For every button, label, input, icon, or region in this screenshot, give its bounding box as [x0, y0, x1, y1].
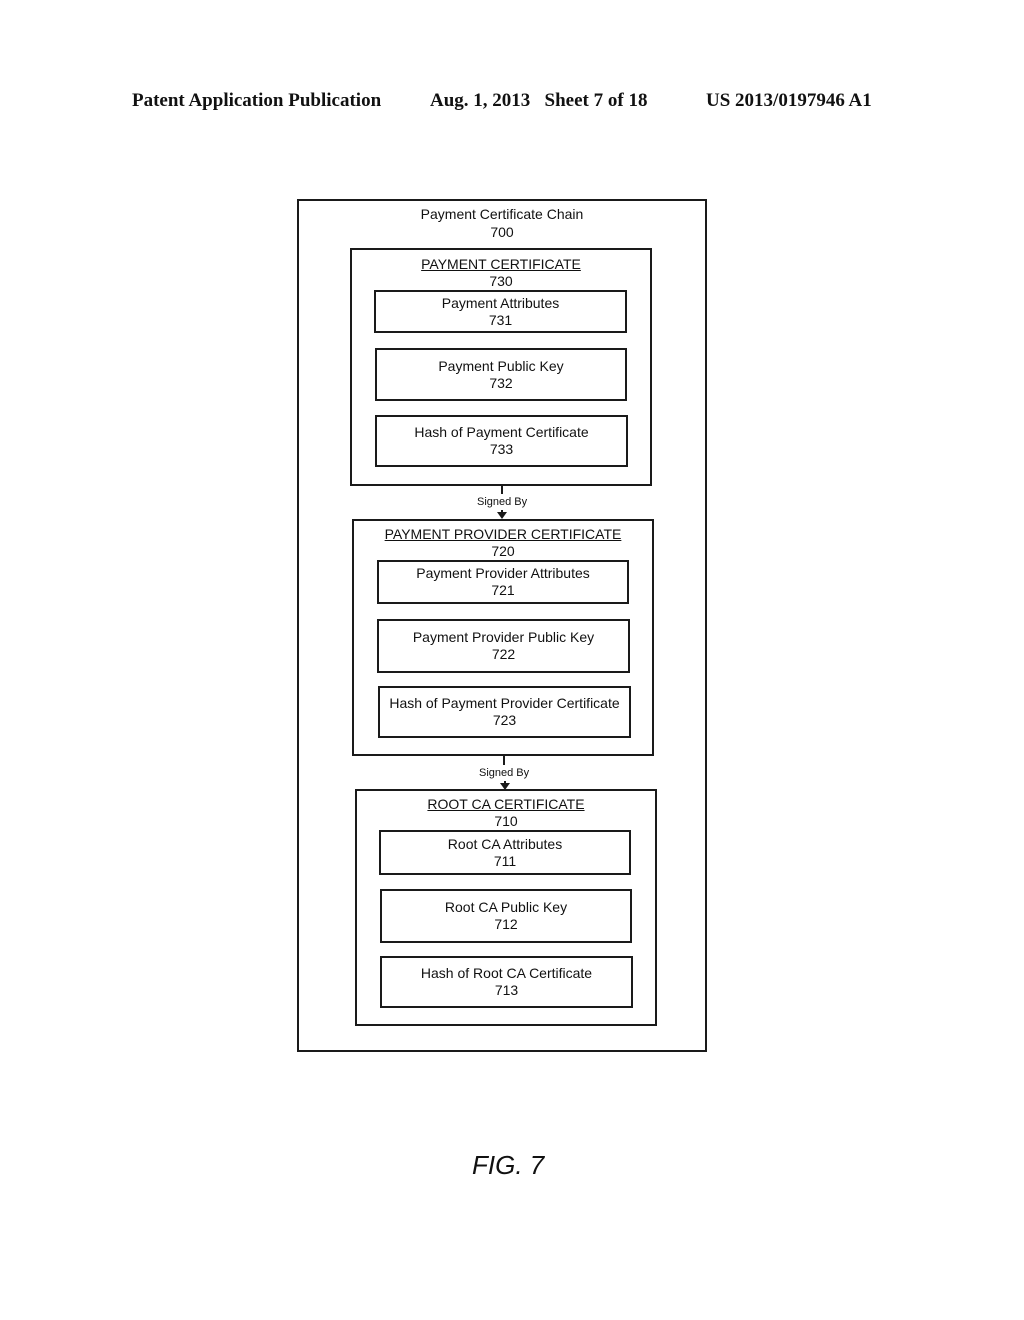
- chain-ref: 700: [490, 224, 514, 240]
- field-label: Hash of Payment Provider Certificate: [389, 695, 620, 711]
- field-ref: 713: [494, 982, 519, 998]
- field-label: Payment Attributes: [441, 294, 560, 311]
- signed-by-label: Signed By: [477, 496, 528, 508]
- figure-label: FIG. 7: [472, 1150, 545, 1180]
- payment-public-key-field: Payment Public Key 732: [375, 348, 627, 401]
- payment-provider-attributes-field: Payment Provider Attributes 721: [377, 560, 629, 604]
- arrow-down-icon: [497, 512, 507, 519]
- field-ref: 723: [492, 712, 517, 728]
- root-ca-certificate-title: ROOT CA CERTIFICATE: [427, 796, 585, 812]
- signed-by-connector-line: [501, 486, 503, 494]
- field-ref: 733: [489, 441, 514, 457]
- hash-of-payment-provider-certificate-field: Hash of Payment Provider Certificate 723: [378, 686, 631, 738]
- field-label: Payment Provider Public Key: [412, 629, 595, 645]
- root-ca-attributes-field: Root CA Attributes 711: [379, 830, 631, 875]
- field-label: Hash of Root CA Certificate: [420, 965, 593, 981]
- chain-title: Payment Certificate Chain: [420, 206, 584, 222]
- hash-of-root-ca-certificate-field: Hash of Root CA Certificate 713: [380, 956, 633, 1008]
- payment-certificate-title: PAYMENT CERTIFICATE: [421, 256, 581, 272]
- field-label: Payment Provider Attributes: [416, 565, 590, 581]
- field-label: Payment Public Key: [438, 357, 564, 374]
- signed-by-connector-line: [503, 756, 505, 765]
- field-ref: 721: [491, 582, 515, 598]
- field-ref: 712: [494, 916, 518, 932]
- payment-certificate-ref: 730: [489, 273, 513, 289]
- hash-of-payment-certificate-field: Hash of Payment Certificate 733: [375, 415, 628, 467]
- publication-date-sheet: Aug. 1, 2013 Sheet 7 of 18: [430, 90, 648, 111]
- root-ca-public-key-field: Root CA Public Key 712: [380, 889, 632, 943]
- payment-provider-public-key-field: Payment Provider Public Key 722: [377, 619, 630, 673]
- field-label: Root CA Attributes: [447, 835, 563, 852]
- payment-provider-certificate-ref: 720: [491, 543, 515, 559]
- patent-number: US 2013/0197946 A1: [706, 90, 872, 111]
- payment-provider-certificate-title: PAYMENT PROVIDER CERTIFICATE: [384, 526, 622, 542]
- payment-attributes-field: Payment Attributes 731: [374, 290, 627, 333]
- publication-title: Patent Application Publication: [132, 90, 382, 111]
- field-label: Hash of Payment Certificate: [414, 424, 589, 440]
- signed-by-label: Signed By: [479, 767, 530, 779]
- field-label: Root CA Public Key: [444, 899, 568, 915]
- field-ref: 711: [493, 852, 517, 869]
- field-ref: 731: [488, 311, 513, 328]
- field-ref: 732: [489, 374, 513, 391]
- field-ref: 722: [491, 646, 516, 662]
- root-ca-certificate-ref: 710: [494, 813, 518, 829]
